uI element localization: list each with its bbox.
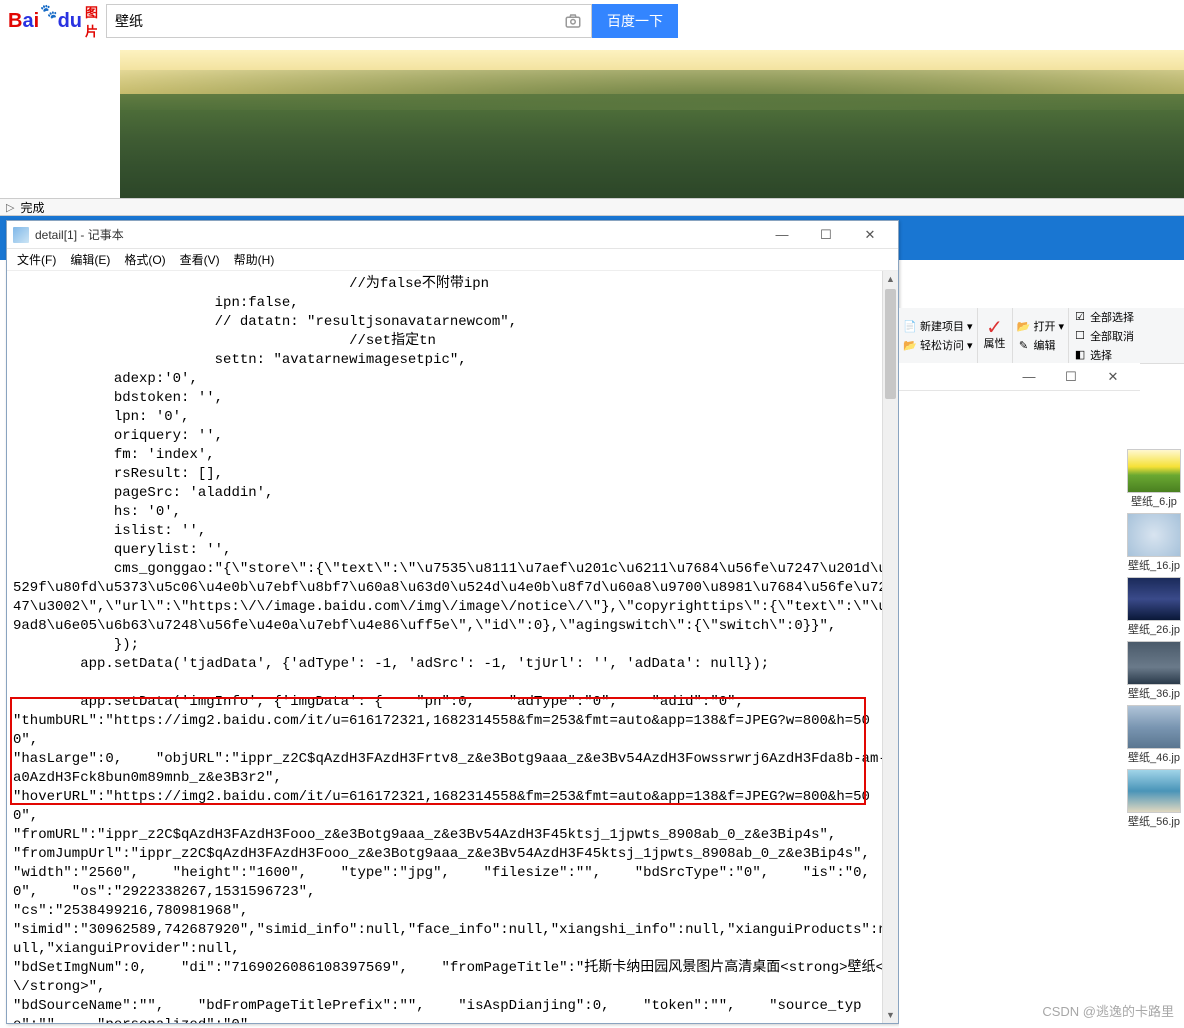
search-input[interactable] [107, 5, 555, 37]
thumbnail-label: 壁纸_26.jp [1128, 621, 1180, 637]
menu-edit[interactable]: 编辑(E) [64, 249, 116, 270]
thumbnail-label: 壁纸_46.jp [1128, 749, 1180, 765]
banner-wrap [0, 42, 1184, 198]
sec-maximize-button[interactable]: ☐ [1050, 366, 1092, 388]
thumbnail-image [1127, 449, 1181, 493]
sec-minimize-button[interactable]: — [1008, 366, 1050, 388]
menu-format[interactable]: 格式(O) [118, 249, 171, 270]
sec-close-button[interactable]: ✕ [1092, 366, 1134, 388]
complete-label: 完成 [20, 199, 44, 216]
ribbon-easy-access[interactable]: 📂轻松访问 ▾ [903, 337, 973, 353]
easy-access-icon: 📂 [903, 338, 917, 352]
ribbon-select-none[interactable]: ☐全部取消 [1073, 328, 1134, 344]
select-none-icon: ☐ [1073, 329, 1087, 343]
thumbnail-label: 壁纸_36.jp [1128, 685, 1180, 701]
ribbon-select-inv[interactable]: ◧选择 [1073, 347, 1134, 363]
banner-image [20, 50, 1184, 198]
thumbnail-image [1127, 577, 1181, 621]
notepad-title: detail[1] - 记事本 [35, 226, 760, 243]
thumbnail-item[interactable]: 壁纸_46.jp [1124, 705, 1184, 765]
thumbnail-label: 壁纸_16.jp [1128, 557, 1180, 573]
scrollbar-vertical[interactable] [882, 271, 898, 1023]
menu-file[interactable]: 文件(F) [11, 249, 62, 270]
thumbnail-image [1127, 513, 1181, 557]
close-button[interactable]: ✕ [848, 224, 892, 246]
thumbnail-image [1127, 641, 1181, 685]
notepad-body: //为false不附带ipn ipn:false, // datatn: "re… [7, 271, 898, 1023]
secondary-window-titlebar[interactable]: — ☐ ✕ [899, 363, 1140, 391]
notepad-menubar: 文件(F) 编辑(E) 格式(O) 查看(V) 帮助(H) [7, 249, 898, 271]
camera-icon[interactable] [555, 5, 591, 37]
top-search-bar: Bai🐾du图片 百度一下 [0, 0, 1184, 42]
scrollbar-thumb[interactable] [885, 289, 896, 399]
ribbon-select-all[interactable]: ☑全部选择 [1073, 309, 1134, 325]
ribbon-new-item[interactable]: 📄新建项目 ▾ [903, 318, 973, 334]
thumbnail-image [1127, 769, 1181, 813]
notepad-icon [13, 227, 29, 243]
menu-view[interactable]: 查看(V) [174, 249, 226, 270]
minimize-button[interactable]: — [760, 224, 804, 246]
menu-help[interactable]: 帮助(H) [228, 249, 281, 270]
explorer-ribbon: 📄新建项目 ▾ 📂轻松访问 ▾ ✓ 属性 📂打开 ▾ ✎编辑 ☑全部选择 ☐全部… [899, 308, 1184, 364]
play-icon: ▷ [6, 201, 14, 214]
baidu-logo: Bai🐾du图片 [8, 4, 100, 38]
thumbnail-label: 壁纸_6.jp [1131, 493, 1177, 509]
open-icon: 📂 [1017, 319, 1031, 333]
properties-icon: ✓ [988, 321, 1002, 335]
thumbnail-item[interactable]: 壁纸_36.jp [1124, 641, 1184, 701]
notepad-titlebar[interactable]: detail[1] - 记事本 — ☐ ✕ [7, 221, 898, 249]
select-all-icon: ☑ [1073, 310, 1087, 324]
maximize-button[interactable]: ☐ [804, 224, 848, 246]
ribbon-edit[interactable]: ✎编辑 [1017, 337, 1065, 353]
select-inv-icon: ◧ [1073, 348, 1087, 362]
thumbnail-item[interactable]: 壁纸_26.jp [1124, 577, 1184, 637]
thumbnail-column: 壁纸_6.jp 壁纸_16.jp 壁纸_26.jp 壁纸_36.jp 壁纸_46.jp 壁… [1124, 449, 1184, 829]
thumbnail-label: 壁纸_56.jp [1128, 813, 1180, 829]
ribbon-properties[interactable]: ✓ 属性 [978, 308, 1013, 363]
thumbnail-item[interactable]: 壁纸_6.jp [1124, 449, 1184, 509]
search-box [106, 4, 592, 38]
edit-icon: ✎ [1017, 338, 1031, 352]
thumbnail-image [1127, 705, 1181, 749]
watermark: CSDN @逃逸的卡路里 [1042, 1001, 1174, 1020]
notepad-window: detail[1] - 记事本 — ☐ ✕ 文件(F) 编辑(E) 格式(O) … [6, 220, 899, 1024]
new-item-icon: 📄 [903, 319, 917, 333]
thumbnail-item[interactable]: 壁纸_56.jp [1124, 769, 1184, 829]
thumbnail-item[interactable]: 壁纸_16.jp [1124, 513, 1184, 573]
notepad-content[interactable]: //为false不附带ipn ipn:false, // datatn: "re… [7, 271, 898, 1023]
ribbon-open[interactable]: 📂打开 ▾ [1017, 318, 1065, 334]
secondary-window-body [899, 391, 1125, 1028]
status-complete-bar: ▷ 完成 [0, 198, 1184, 216]
search-button[interactable]: 百度一下 [592, 4, 678, 38]
